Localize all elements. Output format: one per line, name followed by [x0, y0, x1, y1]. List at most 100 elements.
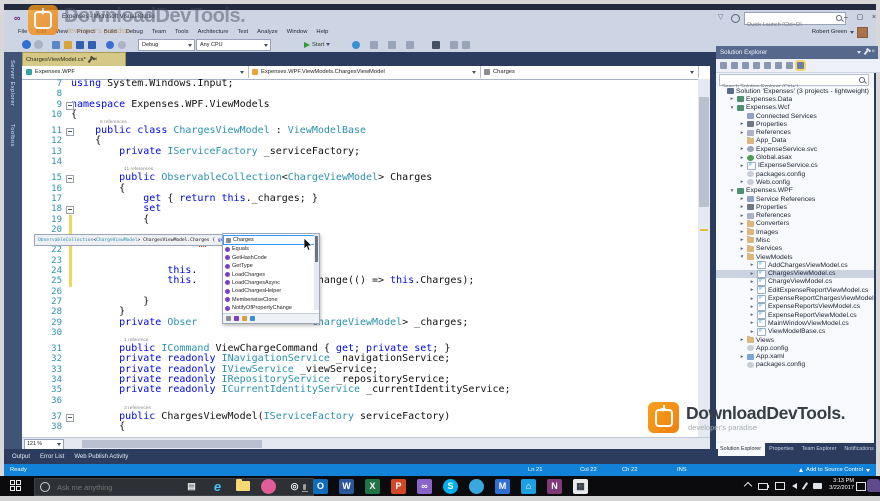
menu-window[interactable]: Window	[287, 29, 308, 35]
expander-icon[interactable]: ▸	[749, 329, 755, 335]
output-tab-web-publish-activity[interactable]: Web Publish Activity	[74, 454, 128, 460]
expander-icon[interactable]: ▸	[739, 146, 745, 152]
tree-item[interactable]: ▾ Expenses.Wcf	[716, 104, 874, 112]
solution-explorer-search[interactable]	[719, 74, 869, 91]
menu-edit[interactable]: Edit	[36, 29, 46, 35]
navigate-back-button[interactable]	[22, 40, 31, 49]
battery-icon[interactable]	[758, 482, 769, 490]
tree-item[interactable]: ▸ EditExpenseReportViewModel.cs	[716, 286, 874, 295]
expander-icon[interactable]: ▸	[749, 262, 755, 268]
refresh-icon[interactable]	[753, 62, 760, 69]
solution-platform-dropdown[interactable]: Any CPU	[196, 39, 271, 51]
panel-tab-solution-explorer[interactable]: Solution Explorer	[716, 443, 766, 456]
menu-analyze[interactable]: Analyze	[257, 29, 278, 35]
excel-icon[interactable]: X	[365, 478, 380, 494]
code-line[interactable]: 10 {	[22, 109, 698, 120]
quick-launch-box[interactable]	[744, 12, 846, 30]
panel-tab-team-explorer[interactable]: Team Explorer	[798, 443, 841, 456]
tree-item[interactable]: Solution 'Expenses' (3 projects - lightw…	[716, 87, 874, 95]
expander-icon[interactable]: ▸	[749, 287, 755, 293]
notification-bubble-icon[interactable]	[867, 479, 880, 492]
pen-icon[interactable]	[801, 482, 809, 490]
refresh-button[interactable]	[352, 41, 360, 49]
switch-views-icon[interactable]	[731, 62, 738, 69]
menu-project[interactable]: Project	[77, 29, 95, 35]
menu-team[interactable]: Team	[152, 29, 166, 35]
touch-keyboard-icon[interactable]	[813, 483, 822, 489]
tree-item[interactable]: ▸ ExpenseService.svc	[716, 145, 874, 153]
tree-item[interactable]: ▸ Views	[716, 336, 874, 344]
signed-in-user[interactable]: Robert Green	[812, 26, 868, 38]
popup-scrollbar[interactable]	[314, 234, 319, 310]
completion-item[interactable]: LoadCharges	[223, 270, 319, 278]
tree-item[interactable]: ▸ Converters	[716, 219, 874, 228]
expander-icon[interactable]: ▸	[749, 279, 755, 285]
tree-item[interactable]: ▸ References	[716, 128, 874, 136]
properties-filter-icon[interactable]	[226, 316, 231, 322]
expander-icon[interactable]: ▸	[749, 304, 755, 310]
tree-item[interactable]: ▸ IExpenseService.cs	[716, 161, 874, 170]
tree-item[interactable]: packages.config	[716, 361, 874, 369]
expander-icon[interactable]: ▸	[739, 155, 745, 161]
toolbar-icon[interactable]	[462, 41, 470, 49]
code-line[interactable]: 13 private IServiceFactory _serviceFactor…	[22, 146, 698, 157]
expander-icon[interactable]: ▸	[739, 221, 745, 227]
code-line[interactable]: 26	[22, 287, 698, 297]
output-tab-error-list[interactable]: Error List	[40, 454, 64, 460]
server-explorer-tab[interactable]: Server Explorer	[9, 60, 15, 106]
save-button[interactable]	[76, 41, 84, 49]
expander-icon[interactable]: ▸	[739, 354, 745, 360]
fold-collapse-box[interactable]	[66, 413, 74, 422]
scrollbar-thumb[interactable]	[699, 97, 709, 207]
menu-debug[interactable]: Debug	[126, 29, 143, 35]
tree-item[interactable]: ▸ ExpenseReportsViewModel.cs	[716, 302, 874, 311]
volume-icon[interactable]	[792, 483, 797, 489]
tree-item[interactable]: ▸ MainWindowViewModel.cs	[716, 319, 874, 328]
fold-collapse-box[interactable]	[66, 175, 74, 184]
file-explorer-icon[interactable]	[236, 479, 250, 491]
fold-collapse-box[interactable]	[66, 206, 74, 215]
completion-item[interactable]: MemberwiseClone	[223, 296, 319, 304]
code-line[interactable]: 38 {	[22, 422, 698, 433]
display-icon[interactable]	[775, 482, 785, 490]
toolbar-icon[interactable]	[370, 41, 378, 49]
expander-icon[interactable]: ▸	[739, 213, 745, 219]
visual-studio-icon[interactable]: ∞	[417, 478, 432, 494]
expander-icon[interactable]: ▸	[729, 96, 735, 102]
menu-tools[interactable]: Tools	[175, 29, 189, 35]
solution-explorer-header[interactable]: Solution Explorer ×	[716, 46, 878, 59]
expander-icon[interactable]: ▾	[729, 105, 735, 111]
tree-item[interactable]: ▸ ExpenseReportChargesViewModel.cs	[716, 294, 874, 303]
code-line[interactable]: 11 public class ChargesViewModel : ViewMo…	[22, 126, 698, 137]
mail-icon[interactable]: M	[495, 478, 510, 494]
menu-architecture[interactable]: Architecture	[198, 29, 229, 35]
redo-button[interactable]	[118, 41, 126, 49]
fold-collapse-box[interactable]	[66, 128, 74, 137]
pending-changes-filter-icon[interactable]	[742, 62, 749, 69]
close-button[interactable]: ×	[868, 12, 880, 23]
tree-item[interactable]: ▾ Expenses.WPF	[716, 187, 874, 195]
type-dropdown[interactable]: Expenses.WPF.ViewModels.ChargesViewModel	[248, 66, 481, 78]
document-tab-chargesviewmodel[interactable]: ChargesViewModel.cs* ×	[22, 52, 126, 67]
tree-item[interactable]: App.config	[716, 344, 874, 352]
code-line[interactable]: 14	[22, 157, 698, 167]
tree-item[interactable]: ▸ Expenses.Data	[716, 95, 874, 103]
add-to-source-control-button[interactable]: Add to Source Control	[798, 464, 870, 476]
expander-icon[interactable]: ▸	[739, 246, 745, 252]
code-line[interactable]: 16 {	[22, 183, 698, 194]
code-line[interactable]: 25 this. Change(() => this.Charges);	[22, 276, 698, 287]
feedback-icon[interactable]	[731, 14, 740, 23]
tree-item[interactable]: ▸ Global.asax	[716, 153, 874, 161]
tree-item[interactable]: Connected Services	[716, 112, 874, 120]
tree-item[interactable]: ▸ Web.config	[716, 178, 874, 186]
pin-icon[interactable]	[87, 57, 93, 63]
tree-item[interactable]: ▸ References	[716, 211, 874, 219]
taskbar-clock[interactable]: 3:13 PM 3/22/2017	[829, 478, 854, 492]
events-filter-icon[interactable]	[250, 316, 255, 322]
scrollbar-thumb[interactable]	[315, 236, 318, 262]
code-line[interactable]: 22	[22, 245, 698, 256]
expander-icon[interactable]: ▸	[739, 204, 745, 210]
panel-tab-properties[interactable]: Properties	[765, 443, 798, 456]
pin-icon[interactable]	[864, 49, 869, 56]
skype-icon[interactable]: S	[443, 478, 458, 494]
